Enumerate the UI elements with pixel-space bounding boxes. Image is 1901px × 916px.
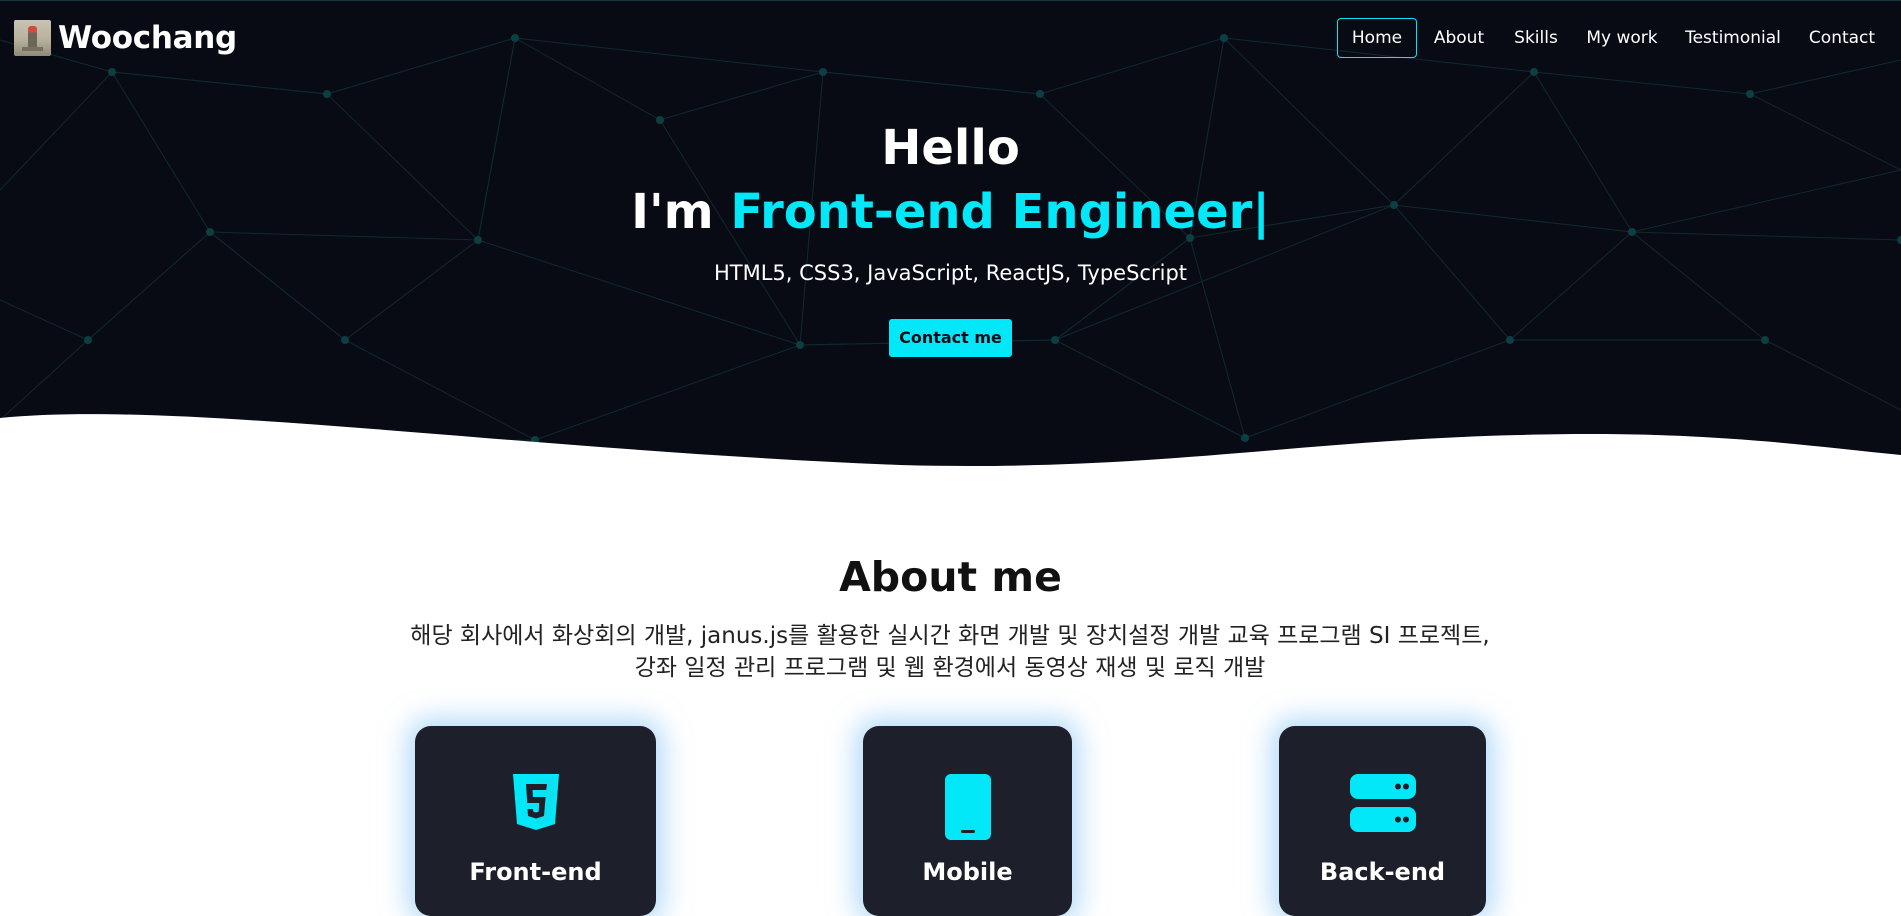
navbar: Woochang Home About Skills My work Testi… — [0, 0, 1901, 72]
about-description: 해당 회사에서 화상회의 개발, janus.js를 활용한 실시간 화면 개발… — [410, 623, 1490, 681]
nav-item-testimonial[interactable]: Testimonial — [1682, 18, 1784, 58]
mobile-phone-icon — [944, 774, 991, 840]
html5-icon — [512, 774, 559, 830]
nav-item-skills[interactable]: Skills — [1508, 18, 1564, 58]
hero-greeting: Hello — [881, 120, 1020, 176]
hero-section: Woochang Home About Skills My work Testi… — [0, 0, 1901, 470]
about-title: About me — [839, 553, 1062, 601]
server-icon — [1349, 774, 1416, 832]
nav-menu: Home About Skills My work Testimonial Co… — [0, 18, 1901, 58]
card-title-mobile: Mobile — [922, 858, 1013, 886]
contact-me-button[interactable]: Contact me — [889, 319, 1012, 357]
hero-role-typing: Front-end Engineer| — [730, 184, 1270, 240]
hero-role-line: I'm Front-end Engineer| — [0, 180, 1901, 244]
hero-role-prefix: I'm — [631, 184, 731, 240]
card-title-back-end: Back-end — [1319, 858, 1446, 886]
card-front-end: Front-end — [415, 726, 656, 916]
nav-item-home[interactable]: Home — [1337, 18, 1417, 58]
card-title-front-end: Front-end — [469, 858, 602, 886]
hero-skills: HTML5, CSS3, JavaScript, ReactJS, TypeSc… — [713, 261, 1188, 285]
nav-item-my-work[interactable]: My work — [1584, 18, 1660, 58]
card-mobile: Mobile — [863, 726, 1072, 916]
nav-item-contact[interactable]: Contact — [1806, 18, 1878, 58]
card-back-end: Back-end — [1279, 726, 1486, 916]
nav-item-about[interactable]: About — [1428, 18, 1490, 58]
